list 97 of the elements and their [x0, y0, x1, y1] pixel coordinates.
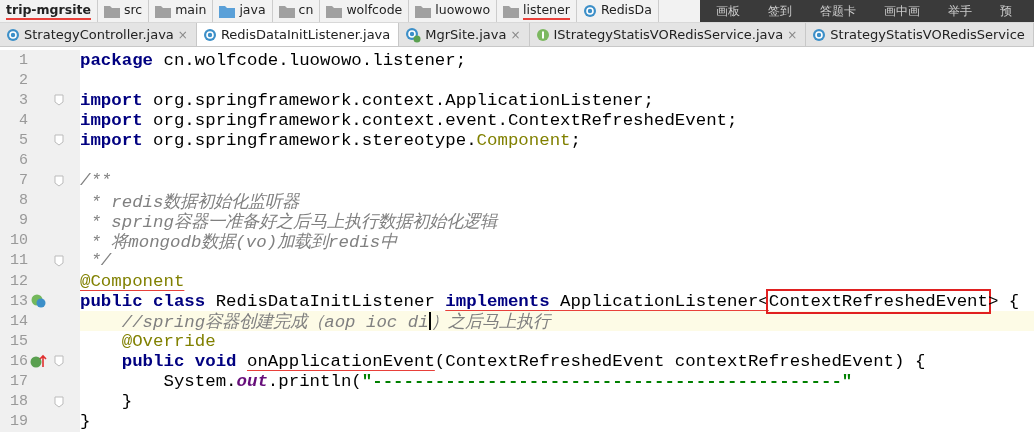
- fold-icon[interactable]: [54, 94, 64, 107]
- folder-icon: [103, 4, 120, 18]
- code-comment: * spring容器一准备好之后马上执行数据初始化逻辑: [89, 211, 497, 232]
- string-literal: "---------------------------------------------": [361, 372, 853, 392]
- toolbar-button[interactable]: 签到: [768, 2, 792, 20]
- annotation: Component: [476, 130, 571, 150]
- line-number: 1: [18, 51, 28, 69]
- class-gutter-icon[interactable]: [30, 293, 48, 310]
- tab-label: IStrategyStatisVORedisService.java: [553, 27, 784, 42]
- tab-label: StrategyController.java: [24, 27, 174, 42]
- code-comment: /**: [80, 171, 112, 191]
- annotation: @Override: [120, 331, 216, 351]
- code-text: .println(: [267, 372, 362, 392]
- folder-icon: [326, 4, 343, 18]
- keyword: package: [80, 50, 154, 70]
- code-text: ;: [570, 130, 581, 150]
- line-number: 3: [18, 91, 28, 109]
- breadcrumb-item[interactable]: trip-mgrsite: [6, 2, 91, 20]
- implements-gutter-icon[interactable]: [30, 353, 48, 370]
- fold-icon[interactable]: [54, 174, 64, 187]
- line-number: 19: [9, 413, 28, 431]
- folder-icon: [503, 4, 520, 18]
- class-icon: [812, 27, 827, 42]
- keyword: import: [80, 90, 143, 110]
- line-number: 7: [18, 172, 28, 190]
- breadcrumb-item[interactable]: java: [239, 2, 266, 20]
- folder-icon: [155, 4, 172, 18]
- code-text: }: [120, 392, 133, 412]
- annotation: @Component: [80, 271, 185, 291]
- code-text: System.: [162, 372, 237, 392]
- file-tab[interactable]: MgrSite.java ×: [399, 23, 530, 46]
- line-number: 12: [9, 272, 28, 290]
- interface-icon: [535, 27, 550, 42]
- line-number: 14: [9, 312, 28, 330]
- class-icon: [582, 4, 597, 18]
- fold-icon[interactable]: [54, 134, 64, 147]
- code-text: org.springframework.context.ApplicationListener;: [152, 90, 654, 110]
- line-number: 13: [9, 292, 28, 310]
- file-tab[interactable]: IStrategyStatisVORedisService.java ×: [529, 23, 807, 46]
- class-icon: [6, 27, 20, 42]
- file-tab[interactable]: StrategyStatisVORedisService: [806, 23, 1034, 46]
- folder-icon: [278, 4, 295, 18]
- breadcrumb-item[interactable]: src: [123, 2, 143, 20]
- line-number: 2: [18, 71, 28, 89]
- code-text: (ContextRefreshedEvent contextRefreshedEvent) {: [434, 351, 926, 371]
- class-icon: [405, 26, 422, 43]
- code-comment: */: [89, 251, 112, 271]
- line-number: 16: [9, 352, 28, 370]
- fold-icon[interactable]: [54, 255, 64, 267]
- code-comment: //spring容器创建完成（aop ioc di: [120, 311, 429, 334]
- code-comment: * 将mongodb数据(vo)加载到redis中: [89, 231, 398, 253]
- line-number: 6: [18, 152, 28, 169]
- toolbar-button[interactable]: 举手: [948, 2, 972, 20]
- line-number: 17: [9, 373, 28, 391]
- highlight-box: ContextRefreshedEvent: [768, 291, 988, 311]
- line-number: 15: [9, 332, 28, 350]
- toolbar-button[interactable]: 预: [1000, 2, 1012, 20]
- code-text: org.springframework.stereotype.: [152, 130, 477, 150]
- code-comment: * redis数据初始化监听器: [89, 191, 300, 212]
- field-name: out: [236, 372, 268, 392]
- keyword: import: [80, 110, 143, 130]
- code-text: }: [80, 412, 91, 432]
- folder-icon: [219, 4, 236, 18]
- fold-icon[interactable]: [54, 395, 64, 408]
- class-icon: [202, 27, 217, 42]
- code-text: RedisDataInitListener: [214, 291, 436, 311]
- breadcrumb-item[interactable]: RedisDa: [600, 2, 652, 20]
- toolbar-button[interactable]: 答题卡: [820, 2, 856, 20]
- keyword: public void: [120, 351, 238, 371]
- line-number: 8: [18, 192, 28, 210]
- line-number: 4: [18, 111, 28, 129]
- breadcrumb-item[interactable]: listener: [523, 2, 570, 20]
- tab-label: RedisDataInitListener.java: [220, 27, 391, 42]
- line-number: 10: [9, 232, 28, 250]
- code-text: onApplicationEvent: [247, 351, 435, 371]
- tab-label: MgrSite.java: [425, 27, 507, 42]
- breadcrumb-item[interactable]: cn: [298, 2, 314, 20]
- keyword: implements: [445, 291, 550, 311]
- file-tab[interactable]: StrategyController.java ×: [0, 23, 197, 46]
- keyword: public class: [80, 291, 206, 311]
- toolbar-button[interactable]: 画中画: [884, 2, 920, 20]
- breadcrumb-item[interactable]: luowowo: [435, 2, 491, 20]
- tab-label: StrategyStatisVORedisService: [830, 27, 1025, 42]
- folder-icon: [415, 4, 432, 18]
- code-text: org.springframework.context.event.ContextRefreshedEvent;: [152, 110, 738, 130]
- line-number: 18: [9, 393, 28, 411]
- code-text: cn.wolfcode.luowowo.listener;: [162, 50, 467, 70]
- line-number: 11: [9, 252, 28, 270]
- code-comment: ）之后马上执行: [430, 311, 550, 334]
- line-number: 5: [18, 131, 28, 149]
- breadcrumb-item[interactable]: main: [175, 2, 207, 20]
- fold-icon[interactable]: [54, 355, 64, 368]
- file-tab[interactable]: RedisDataInitListener.java: [196, 23, 400, 46]
- toolbar-button[interactable]: 画板: [716, 2, 740, 20]
- breadcrumb-item[interactable]: wolfcode: [346, 2, 403, 20]
- line-number: 9: [18, 212, 28, 230]
- keyword: import: [80, 130, 143, 150]
